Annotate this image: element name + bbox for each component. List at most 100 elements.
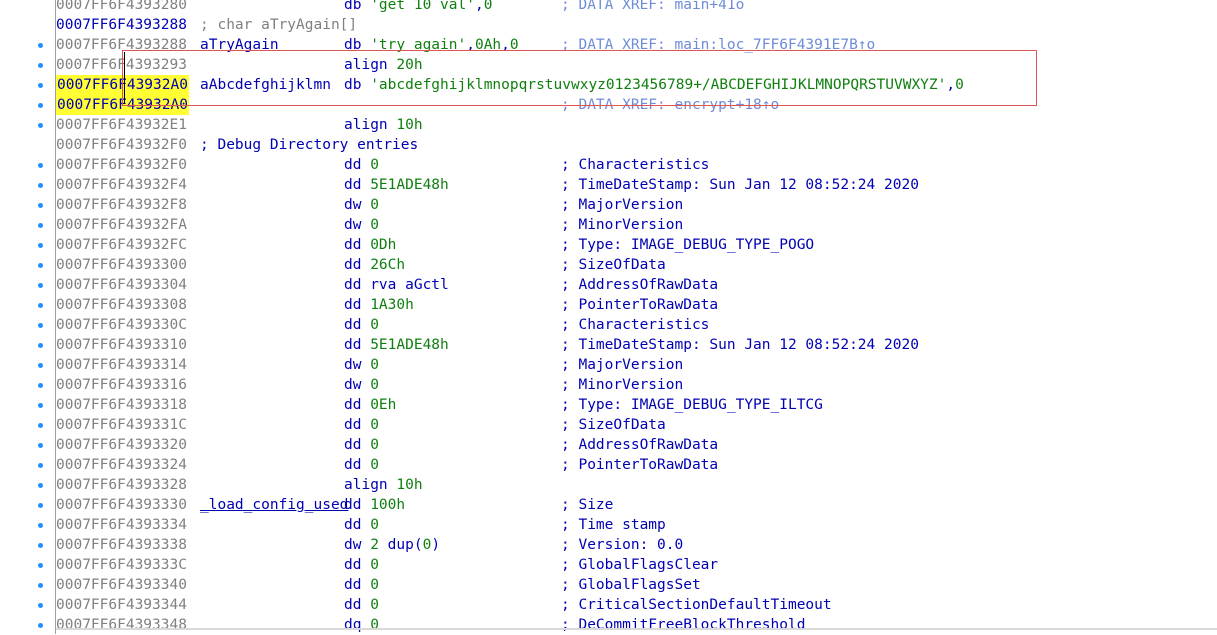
listing-row[interactable]: 0007FF6F4393288 ; char aTryAgain[] (0, 15, 1217, 35)
breakpoint-dot-icon[interactable] (38, 43, 43, 48)
listing-row[interactable]: 0007FF6F43932F4 dd 5E1ADE48h ; TimeDateSta… (0, 175, 1217, 195)
row-address[interactable]: 0007FF6F43932FC (56, 235, 187, 255)
breakpoint-dot-icon[interactable] (38, 503, 43, 508)
listing-row[interactable]: 0007FF6F43932E1 align 10h (0, 115, 1217, 135)
listing-row[interactable]: 0007FF6F4393304 dd rva aGctl ; AddressOfRa… (0, 275, 1217, 295)
row-address[interactable]: 0007FF6F43932E1 (56, 115, 187, 135)
row-instruction[interactable]: align 10h (344, 115, 423, 135)
breakpoint-dot-icon[interactable] (38, 523, 43, 528)
row-label[interactable]: _load_config_used (200, 495, 348, 515)
row-instruction[interactable]: dd 1A30h (344, 295, 414, 315)
row-address[interactable]: 0007FF6F4393324 (56, 455, 187, 475)
row-address[interactable]: 0007FF6F4393328 (56, 475, 187, 495)
breakpoint-dot-icon[interactable] (38, 163, 43, 168)
row-address[interactable]: 0007FF6F439331C (56, 415, 187, 435)
listing-row[interactable]: 0007FF6F4393316 dw 0 ; MinorVersion (0, 375, 1217, 395)
breakpoint-dot-icon[interactable] (38, 63, 43, 68)
breakpoint-dot-icon[interactable] (38, 103, 43, 108)
listing-row[interactable]: 0007FF6F4393328 align 10h (0, 475, 1217, 495)
listing-row[interactable]: 0007FF6F4393318 dd 0Eh ; Type: IMAGE_DEBUG… (0, 395, 1217, 415)
row-instruction[interactable]: dd 0 (344, 595, 379, 615)
breakpoint-dot-icon[interactable] (38, 483, 43, 488)
breakpoint-dot-icon[interactable] (38, 323, 43, 328)
row-address[interactable]: 0007FF6F439333C (56, 555, 187, 575)
row-address[interactable]: 0007FF6F4393320 (56, 435, 187, 455)
breakpoint-dot-icon[interactable] (38, 443, 43, 448)
breakpoint-dot-icon[interactable] (38, 463, 43, 468)
row-instruction[interactable]: dw 0 (344, 355, 379, 375)
row-address[interactable]: 0007FF6F4393340 (56, 575, 187, 595)
row-address[interactable]: 0007FF6F4393304 (56, 275, 187, 295)
row-address[interactable]: 0007FF6F4393308 (56, 295, 187, 315)
row-instruction[interactable]: dd 5E1ADE48h (344, 175, 449, 195)
listing-row[interactable]: 0007FF6F4393348 dq 0 ; DeCommitFreeBlockTh… (0, 615, 1217, 635)
breakpoint-dot-icon[interactable] (38, 123, 43, 128)
row-address[interactable]: 0007FF6F43932F8 (56, 195, 187, 215)
row-address[interactable]: 0007FF6F43932F4 (56, 175, 187, 195)
row-instruction[interactable]: align 10h (344, 475, 423, 495)
listing-row[interactable]: 0007FF6F4393330 _load_config_used dd 100h;… (0, 495, 1217, 515)
breakpoint-dot-icon[interactable] (38, 623, 43, 628)
breakpoint-dot-icon[interactable] (38, 603, 43, 608)
breakpoint-dot-icon[interactable] (38, 343, 43, 348)
breakpoint-dot-icon[interactable] (38, 563, 43, 568)
row-address[interactable]: 0007FF6F4393334 (56, 515, 187, 535)
row-instruction[interactable]: dd 0 (344, 415, 379, 435)
breakpoint-dot-icon[interactable] (38, 203, 43, 208)
listing-row[interactable]: 0007FF6F439330C dd 0 ; Characteristics (0, 315, 1217, 335)
row-instruction[interactable]: dd 0Eh (344, 395, 396, 415)
row-address[interactable]: 0007FF6F4393344 (56, 595, 187, 615)
row-instruction[interactable]: dd 26Ch (344, 255, 405, 275)
row-address[interactable]: 0007FF6F4393280 (56, 0, 187, 15)
row-address[interactable]: 0007FF6F439330C (56, 315, 187, 335)
row-instruction[interactable]: dd 100h (344, 495, 405, 515)
row-instruction[interactable]: dd 0Dh (344, 235, 396, 255)
row-address[interactable]: 0007FF6F4393318 (56, 395, 187, 415)
breakpoint-dot-icon[interactable] (38, 223, 43, 228)
breakpoint-dot-icon[interactable] (38, 83, 43, 88)
row-instruction[interactable]: db 'get 10 val',0 (344, 0, 492, 15)
breakpoint-dot-icon[interactable] (38, 583, 43, 588)
row-instruction[interactable]: dd 5E1ADE48h (344, 335, 449, 355)
row-instruction[interactable]: dw 2 dup(0) (344, 535, 440, 555)
listing-row[interactable]: 0007FF6F4393280 db 'get 10 val',0 ; DATA X… (0, 0, 1217, 15)
listing-row[interactable]: 0007FF6F4393344 dd 0 ; CriticalSectionDefa… (0, 595, 1217, 615)
listing-row[interactable]: 0007FF6F43932F8 dw 0 ; MajorVersion (0, 195, 1217, 215)
listing-row[interactable]: 0007FF6F43932F0 ; Debug Directory entries (0, 135, 1217, 155)
breakpoint-dot-icon[interactable] (38, 383, 43, 388)
row-address[interactable]: 0007FF6F4393310 (56, 335, 187, 355)
breakpoint-dot-icon[interactable] (38, 283, 43, 288)
breakpoint-dot-icon[interactable] (38, 423, 43, 428)
listing-row[interactable]: 0007FF6F4393308 dd 1A30h ; PointerToRawDat… (0, 295, 1217, 315)
row-address[interactable]: 0007FF6F4393348 (56, 615, 187, 635)
listing-row[interactable]: 0007FF6F4393300 dd 26Ch ; SizeOfData (0, 255, 1217, 275)
row-instruction[interactable]: dq 0 (344, 615, 379, 635)
row-instruction[interactable]: dw 0 (344, 215, 379, 235)
row-address[interactable]: 0007FF6F4393314 (56, 355, 187, 375)
listing-row[interactable]: 0007FF6F4393334 dd 0 ; Time stamp (0, 515, 1217, 535)
breakpoint-dot-icon[interactable] (38, 363, 43, 368)
row-address[interactable]: 0007FF6F4393330 (56, 495, 187, 515)
listing-row[interactable]: 0007FF6F43932FC dd 0Dh ; Type: IMAGE_DEBUG… (0, 235, 1217, 255)
row-address[interactable]: 0007FF6F43932F0 (56, 135, 187, 155)
row-address[interactable]: 0007FF6F43932FA (56, 215, 187, 235)
listing-row[interactable]: 0007FF6F4393338 dw 2 dup(0) ; Version: 0.0 (0, 535, 1217, 555)
listing-row[interactable]: 0007FF6F4393314 dw 0 ; MajorVersion (0, 355, 1217, 375)
listing-row[interactable]: 0007FF6F43932F0 dd 0 ; Characteristics (0, 155, 1217, 175)
row-address[interactable]: 0007FF6F4393316 (56, 375, 187, 395)
listing-row[interactable]: 0007FF6F4393340 dd 0 ; GlobalFlagsSet (0, 575, 1217, 595)
row-instruction[interactable]: dd 0 (344, 155, 379, 175)
listing-row[interactable]: 0007FF6F439333C dd 0 ; GlobalFlagsClear (0, 555, 1217, 575)
row-instruction[interactable]: dd 0 (344, 315, 379, 335)
row-instruction[interactable]: dd 0 (344, 515, 379, 535)
row-address[interactable]: 0007FF6F4393338 (56, 535, 187, 555)
listing-row[interactable]: 0007FF6F4393320 dd 0 ; AddressOfRawData (0, 435, 1217, 455)
breakpoint-dot-icon[interactable] (38, 543, 43, 548)
row-instruction[interactable]: dd 0 (344, 435, 379, 455)
listing-row[interactable]: 0007FF6F439331C dd 0 ; SizeOfData (0, 415, 1217, 435)
breakpoint-dot-icon[interactable] (38, 183, 43, 188)
listing-row[interactable]: 0007FF6F4393310 dd 5E1ADE48h ; TimeDateSta… (0, 335, 1217, 355)
listing-row[interactable]: 0007FF6F4393324 dd 0 ; PointerToRawData (0, 455, 1217, 475)
row-address[interactable]: 0007FF6F4393288 (56, 15, 187, 35)
row-address[interactable]: 0007FF6F4393300 (56, 255, 187, 275)
